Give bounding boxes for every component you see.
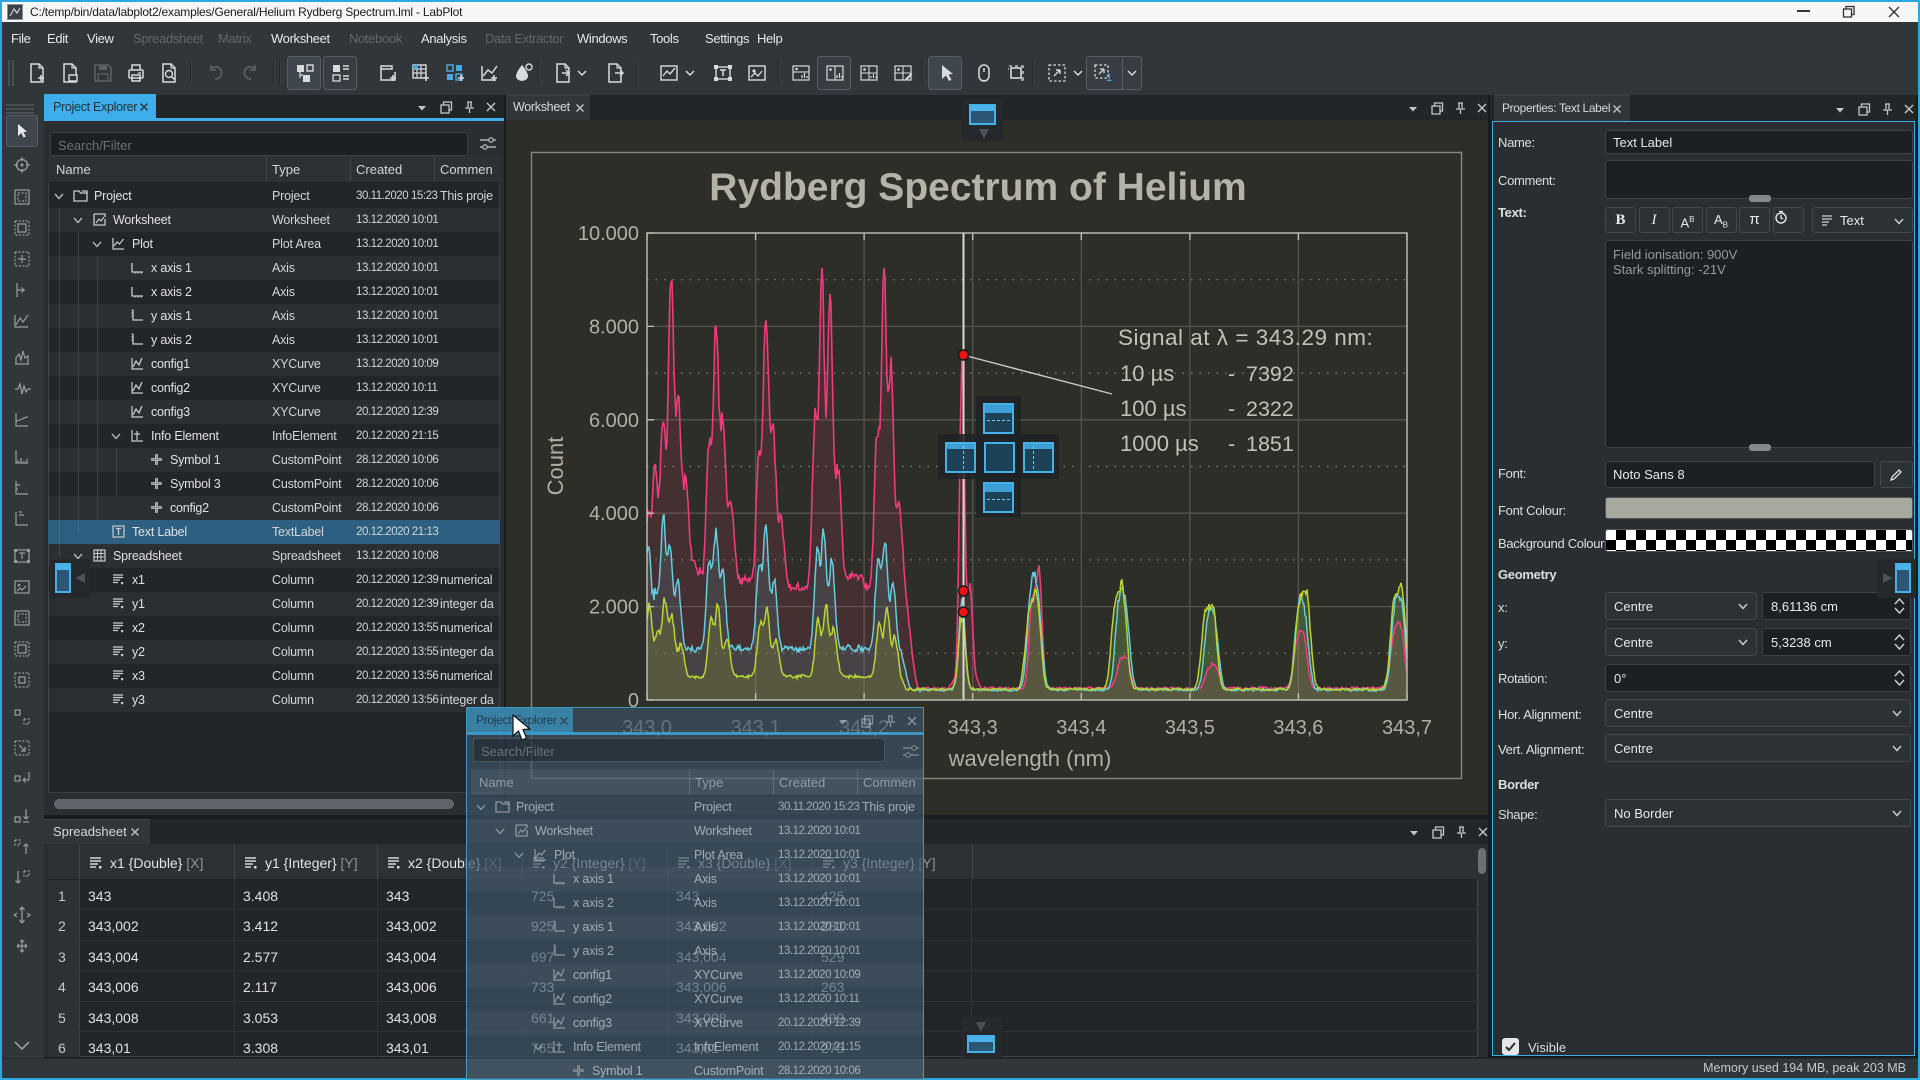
svg-text:2.000: 2.000 bbox=[589, 597, 639, 619]
svg-text:wavelength (nm): wavelength (nm) bbox=[948, 746, 1112, 771]
svg-text:100 µs: 100 µs bbox=[1120, 396, 1187, 421]
svg-text:-: - bbox=[1228, 397, 1235, 421]
svg-text:343,4: 343,4 bbox=[1056, 717, 1106, 739]
svg-text:10.000: 10.000 bbox=[578, 223, 639, 245]
svg-text:343,6: 343,6 bbox=[1273, 717, 1323, 739]
svg-text:4.000: 4.000 bbox=[589, 503, 639, 525]
svg-text:Rydberg Spectrum of Helium: Rydberg Spectrum of Helium bbox=[709, 166, 1246, 209]
svg-text:-: - bbox=[1228, 362, 1235, 386]
svg-text:1: 1 bbox=[1106, 72, 1112, 84]
svg-text:8.000: 8.000 bbox=[589, 316, 639, 338]
svg-text:1851: 1851 bbox=[1246, 432, 1294, 456]
svg-text:-: - bbox=[1228, 432, 1235, 456]
svg-text:343,5: 343,5 bbox=[1165, 717, 1215, 739]
svg-text:343,7: 343,7 bbox=[1382, 717, 1432, 739]
svg-text:2322: 2322 bbox=[1246, 397, 1294, 421]
svg-text:343,3: 343,3 bbox=[948, 717, 998, 739]
svg-text:Signal at λ = 343.29 nm:: Signal at λ = 343.29 nm: bbox=[1118, 325, 1373, 350]
svg-text:10 µs: 10 µs bbox=[1120, 361, 1174, 386]
svg-text:1000 µs: 1000 µs bbox=[1120, 431, 1199, 456]
svg-text:7392: 7392 bbox=[1246, 362, 1294, 386]
svg-text:Count: Count bbox=[543, 437, 568, 496]
svg-text:6.000: 6.000 bbox=[589, 410, 639, 432]
